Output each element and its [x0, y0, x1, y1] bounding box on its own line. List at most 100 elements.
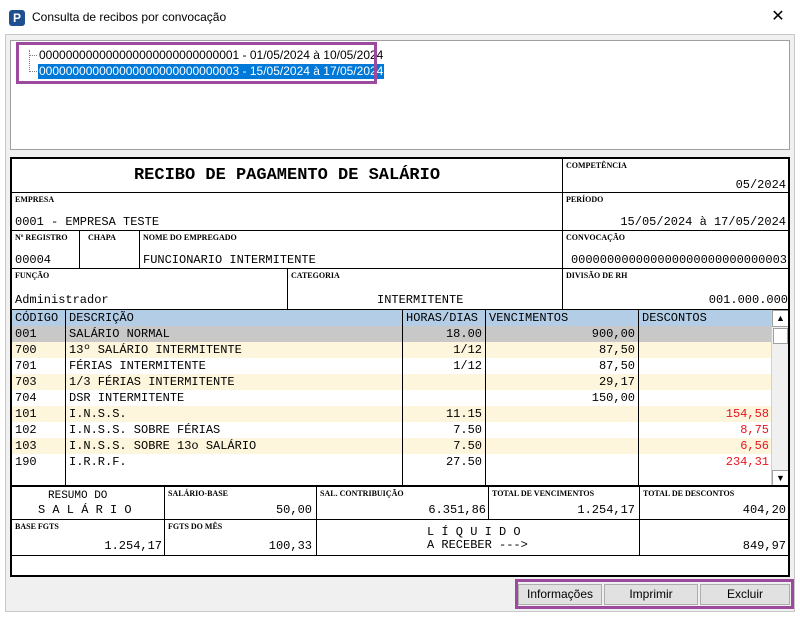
cell-codigo: 700 — [15, 343, 37, 357]
empresa-label: EMPRESA — [15, 195, 55, 204]
excluir-button[interactable]: Excluir — [700, 584, 790, 605]
funcao-cell: FUNÇÃO Administrador — [12, 269, 288, 310]
table-row[interactable]: 701 FÉRIAS INTERMITENTE 1/12 87,50 — [12, 358, 772, 374]
cell-descontos: 8,75 — [740, 423, 769, 437]
earnings-grid[interactable]: CÓDIGO DESCRIÇÃO HORAS/DIAS VENCIMENTOS … — [12, 310, 788, 487]
cell-descricao: 13º SALÁRIO INTERMITENTE — [69, 343, 242, 357]
competencia-cell: COMPETÊNCIA 05/2024 — [563, 159, 788, 193]
convocacao-cell: CONVOCAÇÃO 00000000000000000000000000000… — [563, 231, 788, 269]
sal-contrib-label: SAL. CONTRIBUIÇÃO — [320, 489, 404, 498]
grid-scrollbar[interactable]: ▲ ▼ — [771, 310, 788, 485]
total-venc-value: 1.254,17 — [577, 503, 635, 517]
payslip: RECIBO DE PAGAMENTO DE SALÁRIO COMPETÊNC… — [10, 157, 790, 577]
base-fgts-value: 1.254,17 — [104, 539, 162, 553]
cell-codigo: 101 — [15, 407, 37, 421]
cell-vencimentos: 87,50 — [598, 343, 635, 357]
liquido-value-cell: 849,97 — [640, 520, 788, 556]
cell-descontos: 154,58 — [725, 407, 769, 421]
cell-codigo: 001 — [15, 327, 37, 341]
cell-horas: 7.50 — [453, 439, 482, 453]
total-desc-cell: TOTAL DE DESCONTOS 404,20 — [640, 487, 788, 520]
table-row[interactable]: 190 I.R.R.F. 27.50 234,31 — [12, 454, 772, 470]
empresa-cell: EMPRESA 0001 - EMPRESA TESTE — [12, 193, 563, 231]
title-bar: P Consulta de recibos por convocação ✕ — [0, 0, 800, 34]
close-button[interactable]: ✕ — [764, 5, 792, 29]
cell-horas: 7.50 — [453, 423, 482, 437]
resumo-line2: S A L Á R I O — [38, 503, 132, 517]
scroll-up-icon[interactable]: ▲ — [772, 310, 788, 327]
cell-horas: 18.00 — [445, 327, 482, 341]
fgts-mes-cell: FGTS DO MÊS 100,33 — [165, 520, 317, 556]
grid-divider — [485, 326, 486, 485]
periodo-cell: PERÍODO 15/05/2024 à 17/05/2024 — [563, 193, 788, 231]
registro-label: Nº REGISTRO — [15, 233, 68, 242]
window-title: Consulta de recibos por convocação — [32, 10, 227, 24]
cell-descricao: I.R.R.F. — [69, 455, 127, 469]
table-row[interactable]: 102 I.N.S.S. SOBRE FÉRIAS 7.50 8,75 — [12, 422, 772, 438]
convocacao-label: CONVOCAÇÃO — [566, 233, 625, 242]
categoria-value: INTERMITENTE — [377, 293, 464, 307]
liquido-value: 849,97 — [742, 539, 786, 553]
cell-codigo: 704 — [15, 391, 37, 405]
cell-descricao: DSR INTERMITENTE — [69, 391, 185, 405]
cell-descricao: SALÁRIO NORMAL — [69, 327, 170, 341]
col-header-descricao[interactable]: DESCRIÇÃO — [66, 310, 403, 326]
fgts-mes-label: FGTS DO MÊS — [168, 522, 223, 531]
col-header-vencimentos[interactable]: VENCIMENTOS — [486, 310, 639, 326]
cell-descricao: 1/3 FÉRIAS INTERMITENTE — [69, 375, 235, 389]
divisao-label: DIVISÃO DE RH — [566, 271, 628, 280]
table-row[interactable]: 704 DSR INTERMITENTE 150,00 — [12, 390, 772, 406]
cell-vencimentos: 150,00 — [591, 391, 635, 405]
table-row[interactable]: 700 13º SALÁRIO INTERMITENTE 1/12 87,50 — [12, 342, 772, 358]
cell-descricao: I.N.S.S. — [69, 407, 127, 421]
col-header-descontos[interactable]: DESCONTOS — [639, 310, 772, 326]
cell-horas: 1/12 — [453, 343, 482, 357]
cell-vencimentos: 900,00 — [591, 327, 635, 341]
periodo-label: PERÍODO — [566, 195, 604, 204]
app-logo-icon: P — [9, 10, 25, 26]
cell-horas: 11.15 — [445, 407, 482, 421]
cell-codigo: 190 — [15, 455, 37, 469]
competencia-value: 05/2024 — [735, 178, 786, 192]
sal-contrib-cell: SAL. CONTRIBUIÇÃO 6.351,86 — [317, 487, 489, 520]
funcao-value: Administrador — [15, 293, 109, 307]
total-desc-value: 404,20 — [742, 503, 786, 517]
chapa-cell: CHAPA — [80, 231, 140, 269]
table-row[interactable]: 103 I.N.S.S. SOBRE 13o SALÁRIO 7.50 6,56 — [12, 438, 772, 454]
grid-header: CÓDIGO DESCRIÇÃO HORAS/DIAS VENCIMENTOS … — [12, 310, 772, 326]
cell-codigo: 102 — [15, 423, 37, 437]
cell-vencimentos: 29,17 — [598, 375, 635, 389]
empregado-value: FUNCIONARIO INTERMITENTE — [143, 253, 316, 267]
payslip-title: RECIBO DE PAGAMENTO DE SALÁRIO — [12, 159, 563, 193]
resumo-cell: RESUMO DO S A L Á R I O — [12, 487, 165, 520]
cell-codigo: 703 — [15, 375, 37, 389]
salario-base-label: SALÁRIO-BASE — [168, 489, 229, 498]
categoria-cell: CATEGORIA INTERMITENTE — [288, 269, 563, 310]
registro-value: 00004 — [15, 253, 52, 267]
table-row[interactable]: 001 SALÁRIO NORMAL 18.00 900,00 — [12, 326, 772, 342]
col-header-horas[interactable]: HORAS/DIAS — [403, 310, 486, 326]
empregado-cell: NOME DO EMPREGADO FUNCIONARIO INTERMITEN… — [140, 231, 563, 269]
scroll-thumb[interactable] — [773, 328, 788, 344]
fgts-mes-value: 100,33 — [268, 539, 312, 553]
scroll-down-icon[interactable]: ▼ — [772, 470, 788, 485]
cell-horas: 1/12 — [453, 359, 482, 373]
categoria-label: CATEGORIA — [291, 271, 340, 280]
salario-base-cell: SALÁRIO-BASE 50,00 — [165, 487, 317, 520]
empregado-label: NOME DO EMPREGADO — [143, 233, 237, 242]
funcao-label: FUNÇÃO — [15, 271, 50, 280]
imprimir-button[interactable]: Imprimir — [604, 584, 698, 605]
col-header-codigo[interactable]: CÓDIGO — [12, 310, 66, 326]
table-row[interactable]: 101 I.N.S.S. 11.15 154,58 — [12, 406, 772, 422]
informacoes-button[interactable]: Informações — [518, 584, 602, 605]
sal-contrib-value: 6.351,86 — [428, 503, 486, 517]
table-row[interactable]: 703 1/3 FÉRIAS INTERMITENTE 29,17 — [12, 374, 772, 390]
cell-descricao: I.N.S.S. SOBRE FÉRIAS — [69, 423, 221, 437]
convocacao-value: 000000000000000000000000000003 — [570, 253, 787, 267]
tree-highlight-box — [16, 42, 377, 84]
periodo-value: 15/05/2024 à 17/05/2024 — [620, 215, 786, 229]
empresa-value: 0001 - EMPRESA TESTE — [15, 215, 160, 229]
competencia-label: COMPETÊNCIA — [566, 161, 627, 170]
resumo-line1: RESUMO DO — [48, 490, 108, 502]
divisao-cell: DIVISÃO DE RH 001.000.000 — [563, 269, 788, 310]
